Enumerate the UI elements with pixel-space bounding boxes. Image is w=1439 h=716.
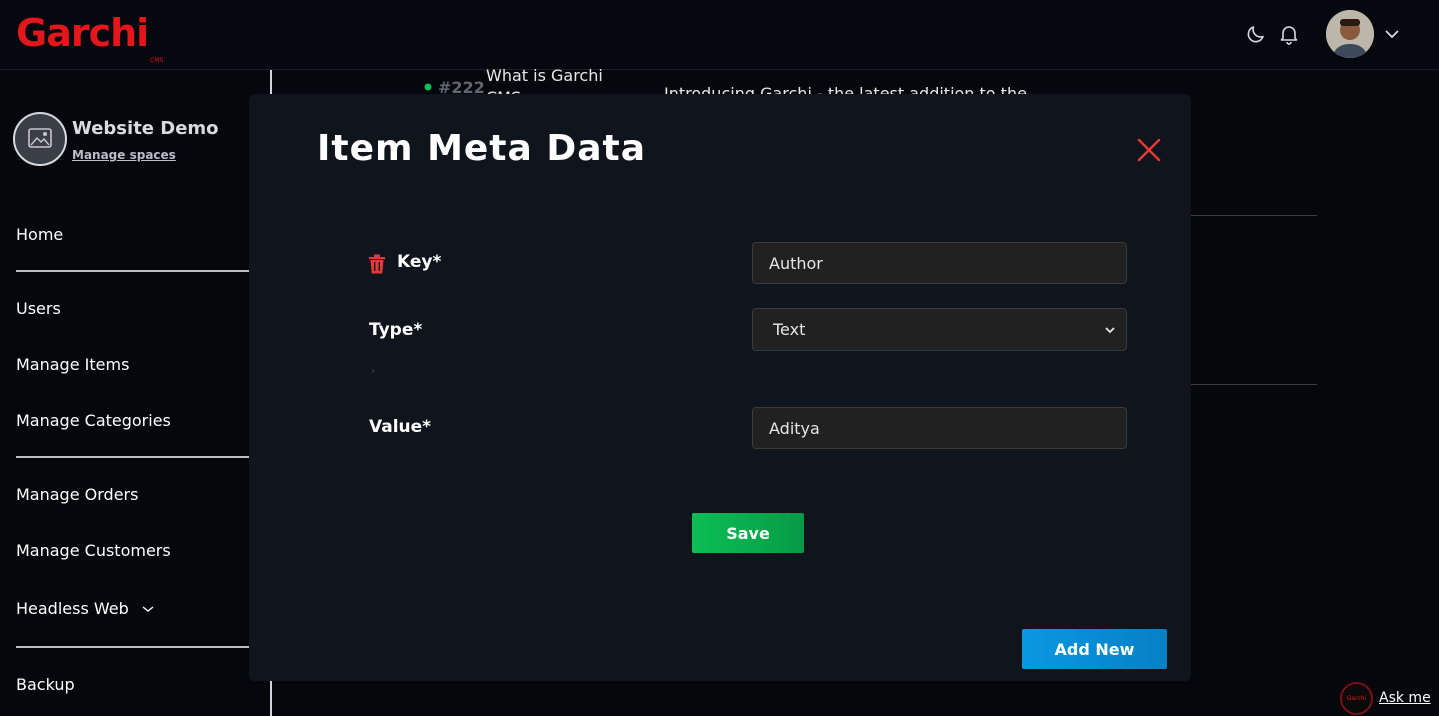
sidebar-item-label: Headless Web xyxy=(16,599,129,618)
image-placeholder-icon xyxy=(28,128,52,148)
close-icon[interactable] xyxy=(1135,136,1163,164)
chevron-down-icon xyxy=(1105,327,1115,334)
space-name: Website Demo xyxy=(72,118,219,139)
sidebar-item-manage-customers[interactable]: Manage Customers xyxy=(16,541,171,560)
assistant-logo: Garchi xyxy=(1340,682,1373,715)
sidebar-item-users[interactable]: Users xyxy=(16,299,61,318)
sidebar-item-manage-items[interactable]: Manage Items xyxy=(16,355,129,374)
sidebar-divider xyxy=(16,646,249,648)
ask-me-link[interactable]: Ask me xyxy=(1379,690,1431,706)
trash-icon[interactable] xyxy=(368,254,386,274)
sidebar-item-backup[interactable]: Backup xyxy=(16,675,75,694)
key-input[interactable] xyxy=(752,242,1127,284)
item-meta-data-modal: Item Meta Data Key* Type* Text › Value* … xyxy=(249,94,1191,681)
sidebar: Website Demo Manage spaces Home Users Ma… xyxy=(0,70,270,716)
type-select-value: Text xyxy=(773,320,806,339)
save-button[interactable]: Save xyxy=(692,513,804,553)
row-divider xyxy=(1191,215,1317,216)
sidebar-divider xyxy=(16,456,249,458)
type-label: Type* xyxy=(369,320,423,340)
item-title[interactable]: What is Garchi xyxy=(486,66,603,85)
bell-icon[interactable] xyxy=(1277,22,1301,46)
user-avatar[interactable] xyxy=(1326,10,1374,58)
type-select[interactable]: Text xyxy=(752,308,1127,351)
top-bar: Garchi CMS xyxy=(0,0,1439,70)
moon-icon[interactable] xyxy=(1244,22,1268,46)
chevron-down-icon xyxy=(142,606,154,612)
status-dot-icon xyxy=(424,83,432,91)
value-label: Value* xyxy=(369,417,432,437)
sidebar-item-home[interactable]: Home xyxy=(16,225,63,244)
chevron-right-icon: › xyxy=(371,366,375,377)
sidebar-item-manage-orders[interactable]: Manage Orders xyxy=(16,485,138,504)
sidebar-divider xyxy=(16,270,249,272)
sidebar-item-manage-categories[interactable]: Manage Categories xyxy=(16,411,171,430)
space-avatar[interactable] xyxy=(13,112,67,166)
manage-spaces-link[interactable]: Manage spaces xyxy=(72,148,176,162)
row-divider xyxy=(1191,384,1317,385)
item-description: Introducing Garchi - the latest addition… xyxy=(664,84,1027,94)
modal-title: Item Meta Data xyxy=(317,128,647,169)
garchi-logo[interactable]: Garchi xyxy=(16,14,149,52)
key-label: Key* xyxy=(397,252,442,272)
chevron-down-icon[interactable] xyxy=(1384,28,1400,40)
value-input[interactable] xyxy=(752,407,1127,449)
sidebar-item-headless-web[interactable]: Headless Web xyxy=(16,599,154,618)
add-new-button[interactable]: Add New xyxy=(1022,629,1167,669)
ask-me-widget[interactable]: Garchi Ask me xyxy=(1340,682,1435,715)
logo-subtitle: CMS xyxy=(150,57,164,64)
